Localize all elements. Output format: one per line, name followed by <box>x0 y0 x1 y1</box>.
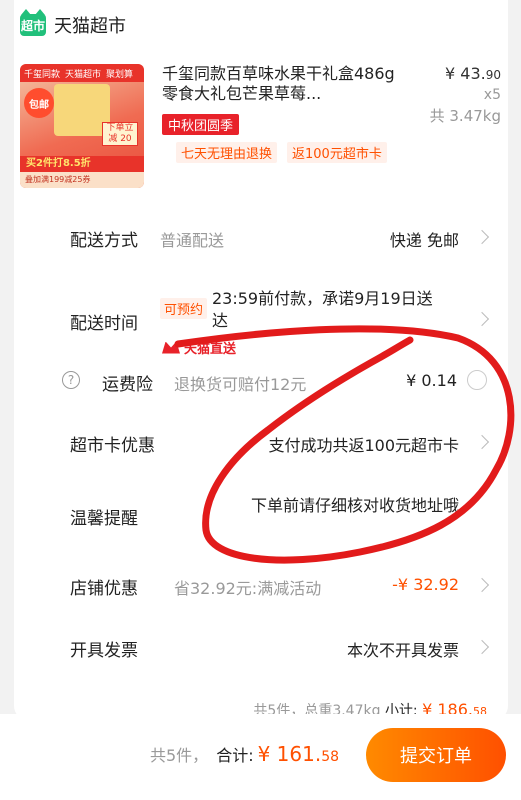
insurance-select-radio[interactable] <box>467 370 487 390</box>
store-discount-description: 省32.92元:满减活动 <box>174 579 322 598</box>
product-price: ¥ 43.90 <box>430 64 501 83</box>
invoice-label: 开具发票 <box>70 641 138 661</box>
store-name: 天猫超市 <box>54 16 126 37</box>
insurance-description: 退换货可赔付12元 <box>174 375 307 394</box>
product-image-top-text: 天猫超市 <box>65 69 102 80</box>
return-policy-tag: 七天无理由退换 <box>176 142 278 163</box>
mid-autumn-tag: 中秋团圆季 <box>162 114 240 135</box>
product-image-top-strip: 千玺同款 天猫超市 聚划算 <box>20 64 144 82</box>
submit-order-button[interactable]: 提交订单 <box>366 728 506 782</box>
store-header[interactable]: 超市 天猫超市 <box>20 9 126 38</box>
delivery-promise: 23:59前付款，承诺9月19日送达 <box>212 289 433 330</box>
card-offer-label: 超市卡优惠 <box>70 436 155 456</box>
insurance-label: 运费险 <box>102 375 153 395</box>
card-offer-value: 支付成功共返100元超市卡 <box>268 436 459 455</box>
invoice-value: 本次不开具发票 <box>346 641 459 660</box>
product-price-decimal: 90 <box>485 68 501 82</box>
product-image-top-text: 千玺同款 <box>24 69 61 80</box>
reminder-label: 温馨提醒 <box>70 509 138 529</box>
tmall-direct-badge: 天猫直送 <box>162 338 236 357</box>
total-amount-main: ¥ 161. <box>257 742 322 766</box>
product-quantity: x5 <box>483 87 501 103</box>
delivery-time-label: 配送时间 <box>70 314 138 334</box>
total-amount: ¥ 161.58 <box>258 742 339 766</box>
total-item-count: 共5件， <box>150 746 209 765</box>
product-price-column: ¥ 43.90 x5 共 3.47kg <box>430 64 501 126</box>
tmall-cat-icon <box>162 341 180 354</box>
total-label: 合计: <box>216 746 254 765</box>
product-image-coupon: 叠加满199减25券 <box>20 172 144 188</box>
supermarket-card-tag: 返100元超市卡 <box>287 142 387 163</box>
store-discount-amount: -¥ 32.92 <box>392 575 459 594</box>
reminder-text: 下单前请仔细核对收货地址哦 <box>250 496 459 515</box>
store-discount-label: 店铺优惠 <box>70 579 138 599</box>
shipping-value: 快递 免邮 <box>389 231 459 250</box>
product-image-banner: 买2件打8.5折 <box>20 156 144 172</box>
checkout-total: 共5件， 合计: ¥ 161.58 <box>150 742 339 766</box>
product-image-top-text: 聚划算 <box>106 69 134 80</box>
tmall-supermarket-logo-icon: 超市 <box>20 9 46 36</box>
total-amount-decimal: 58 <box>321 749 340 765</box>
help-icon[interactable]: ? <box>62 371 80 389</box>
shipping-label: 配送方式 <box>70 231 138 251</box>
preorder-tag: 可预约 <box>160 298 208 319</box>
product-price-main: ¥ 43. <box>445 64 486 83</box>
insurance-price: ¥ 0.14 <box>406 371 457 390</box>
product-weight: 共 3.47kg <box>429 107 501 125</box>
free-shipping-badge: 包邮 <box>24 88 54 118</box>
product-image[interactable]: 千玺同款 天猫超市 聚划算 包邮 下单立减 20 买2件打8.5折 叠加满199… <box>20 64 144 188</box>
product-title[interactable]: 千玺同款百草味水果干礼盒486g零食大礼包芒果草莓... <box>162 64 402 104</box>
tmall-direct-label: 天猫直送 <box>184 342 237 357</box>
product-image-price-tag: 下单立减 20 <box>102 122 138 146</box>
shipping-method: 普通配送 <box>160 231 225 250</box>
